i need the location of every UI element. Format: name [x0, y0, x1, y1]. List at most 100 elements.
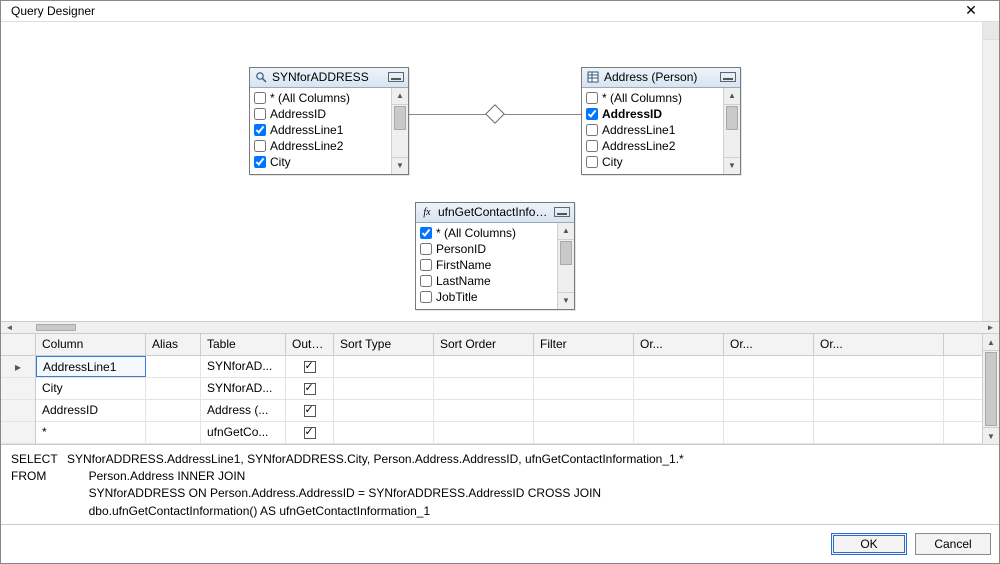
panel-scrollbar[interactable]: ▲ ▼ [723, 88, 740, 174]
scroll-thumb[interactable] [985, 352, 997, 426]
cell-alias[interactable] [146, 378, 201, 399]
row-selector[interactable] [1, 378, 35, 400]
cell-output[interactable] [286, 400, 334, 421]
column-checkbox[interactable] [254, 156, 266, 168]
column-checkbox[interactable] [586, 156, 598, 168]
cell-table[interactable]: ufnGetCo... [201, 422, 286, 443]
panel-min-button[interactable] [388, 72, 404, 82]
table-panel-ufn[interactable]: fx ufnGetContactInforma... * (All Column… [415, 202, 575, 310]
header-table[interactable]: Table [201, 334, 286, 355]
panel-scrollbar[interactable]: ▲ ▼ [391, 88, 408, 174]
column-checkbox[interactable] [420, 291, 432, 303]
output-checkbox[interactable] [304, 383, 316, 395]
row-selector[interactable] [1, 400, 35, 422]
cell-output[interactable] [286, 378, 334, 399]
scroll-up-icon[interactable]: ▲ [558, 223, 574, 240]
column-checkbox[interactable] [254, 124, 266, 136]
column-item[interactable]: AddressLine2 [586, 138, 719, 154]
column-item[interactable]: PersonID [420, 241, 553, 257]
scroll-down-icon[interactable]: ▼ [983, 427, 999, 444]
column-checkbox[interactable] [586, 140, 598, 152]
cell-column[interactable]: * [36, 422, 146, 443]
cell-table[interactable]: SYNforAD... [201, 378, 286, 399]
cell-column[interactable]: AddressLine1 [36, 356, 146, 377]
column-item[interactable]: AddressLine1 [586, 122, 719, 138]
scroll-left-icon[interactable]: ◄ [1, 322, 18, 333]
header-output[interactable]: Outp... [286, 334, 334, 355]
row-selector[interactable]: ▸ [1, 356, 35, 378]
column-item[interactable]: LastName [420, 273, 553, 289]
grid-row[interactable]: * ufnGetCo... [36, 422, 982, 444]
grid-row[interactable]: AddressLine1 SYNforAD... [36, 356, 982, 378]
grid-scrollbar[interactable]: ▲ ▼ [982, 334, 999, 444]
column-item[interactable]: JobTitle [420, 289, 553, 305]
scroll-down-icon[interactable]: ▼ [558, 292, 574, 309]
cell-alias[interactable] [146, 356, 201, 377]
output-checkbox[interactable] [304, 361, 316, 373]
column-checkbox[interactable] [254, 108, 266, 120]
column-item[interactable]: FirstName [420, 257, 553, 273]
header-or[interactable]: Or... [724, 334, 814, 355]
table-panel-synforaddress[interactable]: SYNforADDRESS * (All Columns) AddressID … [249, 67, 409, 175]
cell-output[interactable] [286, 422, 334, 443]
cancel-button[interactable]: Cancel [915, 533, 991, 555]
header-sorttype[interactable]: Sort Type [334, 334, 434, 355]
panel-scrollbar[interactable]: ▲ ▼ [557, 223, 574, 309]
header-or[interactable]: Or... [814, 334, 944, 355]
panel-header[interactable]: SYNforADDRESS [250, 68, 408, 88]
scroll-thumb[interactable] [394, 106, 406, 130]
scroll-thumb[interactable] [560, 241, 572, 265]
column-item[interactable]: AddressLine1 [254, 122, 387, 138]
column-checkbox[interactable] [586, 92, 598, 104]
cell-column[interactable]: City [36, 378, 146, 399]
output-checkbox[interactable] [304, 405, 316, 417]
cell-or[interactable] [724, 356, 814, 377]
cell-filter[interactable] [534, 356, 634, 377]
column-item[interactable]: City [254, 154, 387, 170]
join-diamond-icon[interactable] [485, 104, 505, 124]
grid-row[interactable]: City SYNforAD... [36, 378, 982, 400]
header-alias[interactable]: Alias [146, 334, 201, 355]
column-item[interactable]: AddressLine2 [254, 138, 387, 154]
scroll-down-icon[interactable]: ▼ [392, 157, 408, 174]
column-item[interactable]: * (All Columns) [586, 90, 719, 106]
grid-row[interactable]: AddressID Address (... [36, 400, 982, 422]
scroll-thumb[interactable] [36, 324, 76, 331]
diagram-hscroll[interactable]: ◄ ► [1, 322, 999, 334]
scroll-up-icon[interactable]: ▲ [392, 88, 408, 105]
scroll-down-icon[interactable]: ▼ [724, 157, 740, 174]
column-checkbox[interactable] [586, 108, 598, 120]
cell-column[interactable]: AddressID [36, 400, 146, 421]
column-item[interactable]: AddressID [254, 106, 387, 122]
panel-header[interactable]: fx ufnGetContactInforma... [416, 203, 574, 223]
panel-min-button[interactable] [554, 207, 570, 217]
panel-header[interactable]: Address (Person) [582, 68, 740, 88]
cell-alias[interactable] [146, 400, 201, 421]
header-column[interactable]: Column [36, 334, 146, 355]
header-or[interactable]: Or... [634, 334, 724, 355]
cell-sortorder[interactable] [434, 356, 534, 377]
column-item[interactable]: * (All Columns) [420, 225, 553, 241]
column-checkbox[interactable] [420, 243, 432, 255]
diagram-vscroll[interactable] [982, 22, 999, 321]
row-selector[interactable] [1, 422, 35, 444]
column-checkbox[interactable] [420, 227, 432, 239]
column-item[interactable]: City [586, 154, 719, 170]
cell-output[interactable] [286, 356, 334, 377]
column-checkbox[interactable] [420, 275, 432, 287]
column-checkbox[interactable] [254, 140, 266, 152]
cell-or[interactable] [814, 356, 944, 377]
close-button[interactable]: ✕ [951, 2, 991, 19]
column-item[interactable]: AddressID [586, 106, 719, 122]
scroll-right-icon[interactable]: ► [982, 322, 999, 333]
cell-table[interactable]: SYNforAD... [201, 356, 286, 377]
header-filter[interactable]: Filter [534, 334, 634, 355]
cell-or[interactable] [634, 356, 724, 377]
ok-button[interactable]: OK [831, 533, 907, 555]
column-checkbox[interactable] [586, 124, 598, 136]
cell-sorttype[interactable] [334, 356, 434, 377]
column-checkbox[interactable] [254, 92, 266, 104]
scroll-thumb[interactable] [726, 106, 738, 130]
header-sortorder[interactable]: Sort Order [434, 334, 534, 355]
column-checkbox[interactable] [420, 259, 432, 271]
